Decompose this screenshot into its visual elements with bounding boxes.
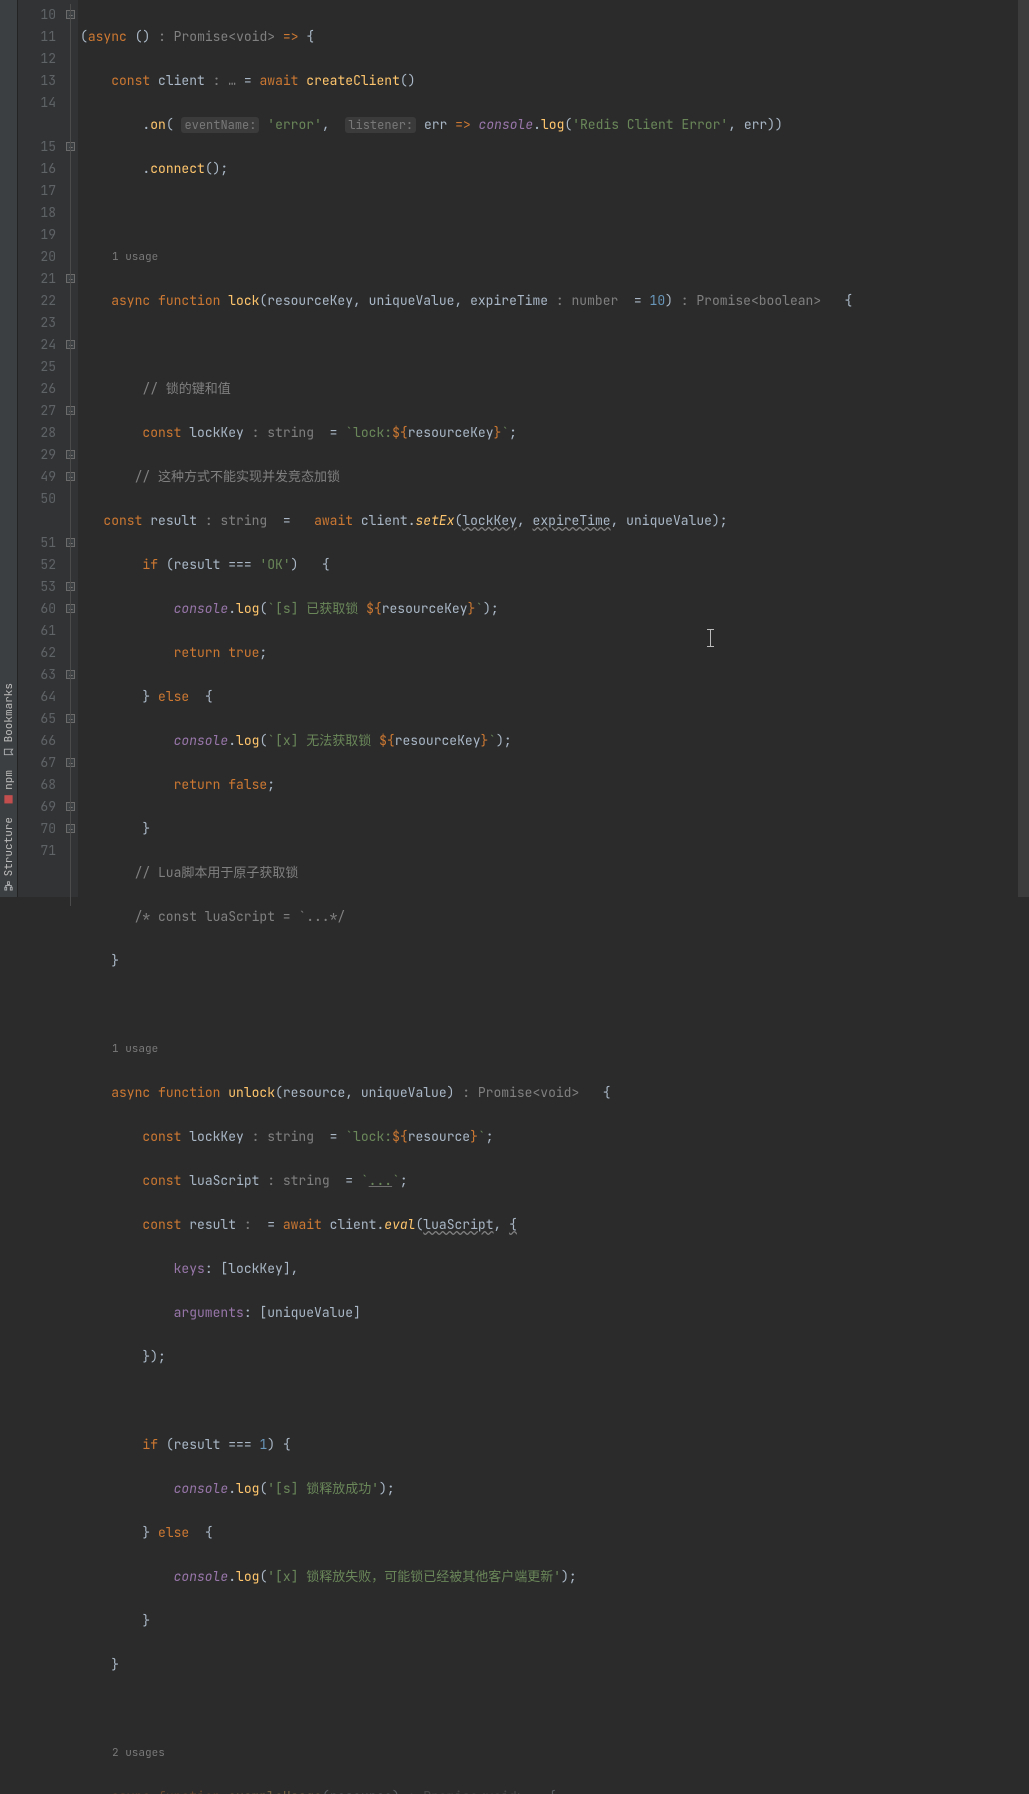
- line-number[interactable]: 64: [18, 686, 56, 708]
- code-content[interactable]: (async () : Promise<void> => { const cli…: [78, 0, 1029, 897]
- line-number[interactable]: 13: [18, 70, 56, 92]
- text-caret-icon: [710, 629, 711, 647]
- line-number[interactable]: 29: [18, 444, 56, 466]
- fold-column: [64, 0, 78, 897]
- line-number[interactable]: 22: [18, 290, 56, 312]
- line-number[interactable]: 17: [18, 180, 56, 202]
- line-number[interactable]: 14: [18, 92, 56, 114]
- line-number[interactable]: 20: [18, 246, 56, 268]
- line-number[interactable]: 15: [18, 136, 56, 158]
- line-number[interactable]: 27: [18, 400, 56, 422]
- line-number[interactable]: 63: [18, 664, 56, 686]
- line-number-column: 10 11 12 13 14 15 16 17 18 19 20 21 22 2…: [18, 0, 64, 897]
- line-number[interactable]: 67: [18, 752, 56, 774]
- line-number[interactable]: 71: [18, 840, 56, 862]
- line-number[interactable]: 50: [18, 488, 56, 510]
- line-number[interactable]: 61: [18, 620, 56, 642]
- toolwindow-label: Structure: [0, 817, 20, 876]
- line-number[interactable]: 65: [18, 708, 56, 730]
- usage-inlay[interactable]: 1 usage: [78, 246, 1029, 268]
- usage-spacer: [18, 862, 56, 884]
- left-toolwindow-tabs: Bookmarks npm Structure: [0, 0, 18, 897]
- line-number[interactable]: 11: [18, 26, 56, 48]
- line-number[interactable]: 52: [18, 554, 56, 576]
- toolwindow-tab-structure[interactable]: Structure: [0, 817, 20, 891]
- editor-scrollbar[interactable]: [1018, 0, 1029, 897]
- line-number[interactable]: 26: [18, 378, 56, 400]
- line-number[interactable]: 62: [18, 642, 56, 664]
- line-number[interactable]: 16: [18, 158, 56, 180]
- line-number[interactable]: 70: [18, 818, 56, 840]
- line-number[interactable]: 23: [18, 312, 56, 334]
- editor-gutter: 10 11 12 13 14 15 16 17 18 19 20 21 22 2…: [18, 0, 78, 897]
- line-number[interactable]: 66: [18, 730, 56, 752]
- toolwindow-label: npm: [0, 770, 20, 790]
- inline-hint: listener:: [345, 117, 416, 133]
- usage-inlay[interactable]: 2 usages: [78, 1742, 1029, 1764]
- usage-inlay[interactable]: 1 usage: [78, 1038, 1029, 1060]
- toolwindow-tab-bookmarks[interactable]: Bookmarks: [0, 683, 20, 757]
- line-number[interactable]: 28: [18, 422, 56, 444]
- line-number[interactable]: 21: [18, 268, 56, 290]
- line-number[interactable]: 53: [18, 576, 56, 598]
- line-number: [18, 884, 56, 906]
- line-number[interactable]: 69: [18, 796, 56, 818]
- usage-spacer: [18, 114, 56, 136]
- line-number[interactable]: 60: [18, 598, 56, 620]
- line-number[interactable]: 19: [18, 224, 56, 246]
- line-number[interactable]: 49: [18, 466, 56, 488]
- usage-spacer: [18, 510, 56, 532]
- toolwindow-label: Bookmarks: [0, 683, 20, 742]
- editor-area[interactable]: 10 11 12 13 14 15 16 17 18 19 20 21 22 2…: [18, 0, 1029, 897]
- line-number[interactable]: 68: [18, 774, 56, 796]
- line-number[interactable]: 12: [18, 48, 56, 70]
- line-number[interactable]: 25: [18, 356, 56, 378]
- line-number[interactable]: 10: [18, 4, 56, 26]
- line-number[interactable]: 18: [18, 202, 56, 224]
- inline-hint: eventName:: [181, 117, 259, 133]
- toolwindow-tab-npm[interactable]: npm: [0, 770, 20, 805]
- line-number[interactable]: 24: [18, 334, 56, 356]
- line-number[interactable]: 51: [18, 532, 56, 554]
